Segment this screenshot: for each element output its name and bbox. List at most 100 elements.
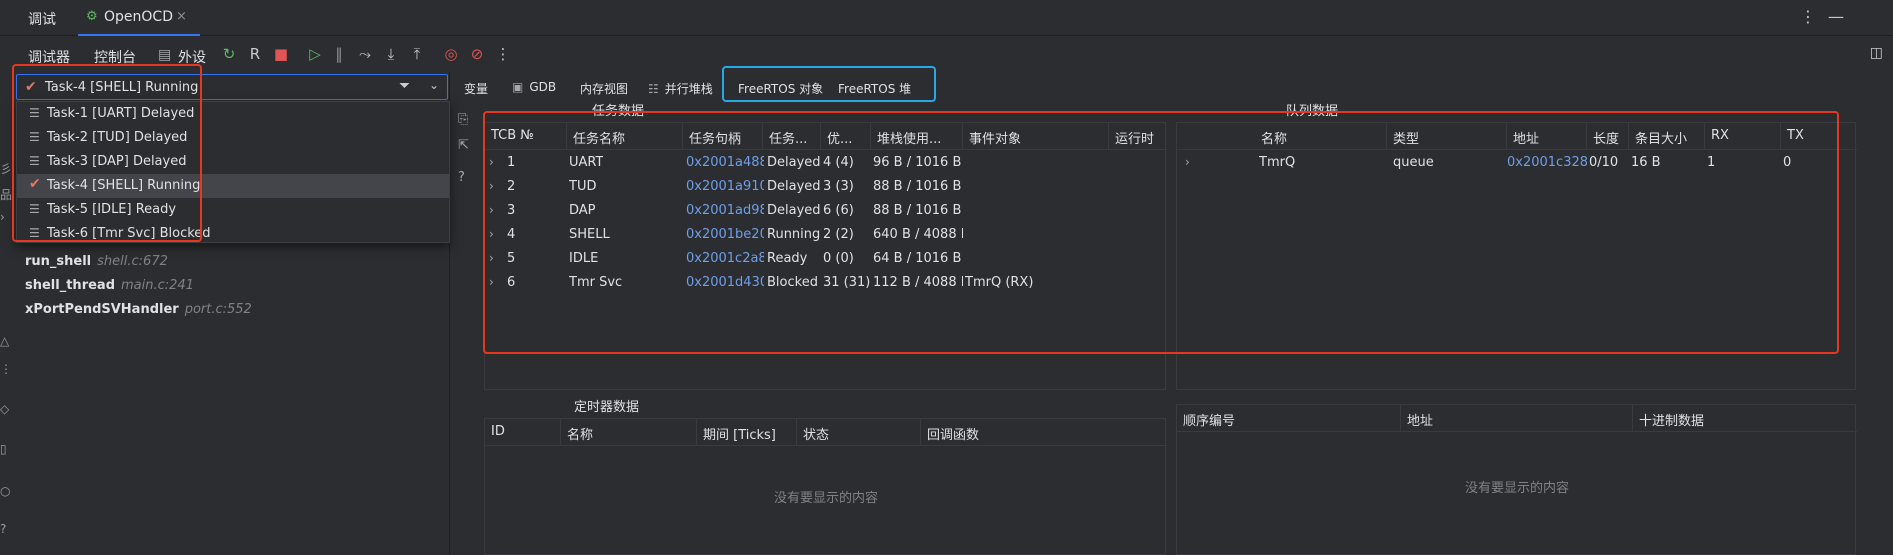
tab-variables[interactable]: 变量: [464, 80, 488, 97]
col-header[interactable]: 类型: [1387, 123, 1507, 149]
debug-tool-window-label[interactable]: 调试: [28, 9, 56, 29]
col-header[interactable]: 状态: [797, 419, 921, 445]
tab-freertos-objects[interactable]: FreeRTOS 对象: [738, 80, 823, 97]
table-row[interactable]: › 5 IDLE 0x2001c2a8 Ready 0 (0) 64 B / 1…: [485, 247, 1167, 271]
cell-name: TmrQ: [1259, 155, 1296, 170]
close-icon[interactable]: ×: [176, 9, 187, 24]
frame-func: xPortPendSVHandler: [25, 302, 179, 317]
frame-item[interactable]: xPortPendSVHandler port.c:552: [25, 302, 252, 317]
cell-handle[interactable]: 0x2001a488: [686, 155, 764, 170]
frame-item[interactable]: run_shell shell.c:672: [25, 254, 168, 269]
resume-icon[interactable]: ▷: [306, 45, 324, 63]
tab-openocd[interactable]: ⚙ OpenOCD ×: [78, 0, 200, 36]
frame-item[interactable]: shell_thread main.c:241: [25, 278, 194, 293]
cell-handle[interactable]: 0x2001c2a8: [686, 251, 764, 266]
tab-memory-view[interactable]: 内存视图: [580, 80, 628, 97]
col-header[interactable]: 回调函数: [921, 419, 1167, 445]
col-header[interactable]: TCB №: [485, 123, 567, 149]
cell-handle[interactable]: 0x2001a910: [686, 179, 764, 194]
col-header[interactable]: 期间 [Ticks]: [697, 419, 797, 445]
col-header[interactable]: 地址: [1401, 405, 1633, 431]
list-icon: ☰: [29, 202, 40, 216]
col-header[interactable]: 优...: [821, 123, 871, 149]
col-header[interactable]: 地址: [1507, 123, 1587, 149]
expand-icon[interactable]: ›: [1185, 155, 1190, 169]
col-header[interactable]: RX: [1705, 123, 1781, 149]
table-row[interactable]: › 4 SHELL 0x2001be20 Running 2 (2) 640 B…: [485, 223, 1167, 247]
cell-handle[interactable]: 0x2001d430: [686, 275, 764, 290]
side-icon-8[interactable]: ○: [0, 484, 10, 498]
tab-console[interactable]: 控制台: [94, 47, 136, 67]
open-external-icon[interactable]: ⇱: [458, 138, 469, 153]
col-header[interactable]: 长度: [1587, 123, 1629, 149]
table-row[interactable]: › 1 UART 0x2001a488 Delayed 4 (4) 96 B /…: [485, 151, 1167, 175]
layout-icon[interactable]: ◫: [1870, 45, 1883, 61]
expand-icon[interactable]: ›: [489, 179, 494, 193]
side-icon-3[interactable]: ›: [0, 210, 5, 224]
task-option[interactable]: ☰ Task-1 [UART] Delayed: [17, 102, 449, 126]
expand-icon[interactable]: ›: [489, 203, 494, 217]
rerun-icon[interactable]: ↻: [220, 45, 238, 63]
restart-icon[interactable]: R: [246, 45, 264, 63]
task-option-selected[interactable]: ✔ Task-4 [SHELL] Running: [17, 174, 449, 198]
chevron-down-icon[interactable]: ⌄: [429, 78, 439, 92]
expand-icon[interactable]: ›: [489, 227, 494, 241]
side-icon-7[interactable]: ▯: [0, 442, 7, 456]
table-row[interactable]: › 3 DAP 0x2001ad98 Delayed 6 (6) 88 B / …: [485, 199, 1167, 223]
col-header[interactable]: 名称: [561, 419, 697, 445]
col-header[interactable]: 事件对象: [963, 123, 1109, 149]
help-icon[interactable]: ?: [458, 170, 465, 185]
cell-address[interactable]: 0x2001c328: [1507, 155, 1587, 170]
col-header[interactable]: 任务句柄: [683, 123, 763, 149]
cell-priority: 0 (0): [823, 251, 854, 266]
task-option[interactable]: ☰ Task-3 [DAP] Delayed: [17, 150, 449, 174]
expand-icon[interactable]: ›: [489, 275, 494, 289]
table-row[interactable]: › TmrQ queue 0x2001c328 0/10 16 B 1 0: [1177, 151, 1857, 175]
col-header[interactable]: 条目大小: [1629, 123, 1705, 149]
task-option[interactable]: ☰ Task-6 [Tmr Svc] Blocked: [17, 222, 449, 246]
more-options-icon[interactable]: ⋮: [1800, 7, 1816, 26]
expand-icon[interactable]: ›: [489, 251, 494, 265]
table-row[interactable]: › 6 Tmr Svc 0x2001d430 Blocked 31 (31) 1…: [485, 271, 1167, 295]
side-icon-9[interactable]: ?: [0, 522, 6, 536]
openocd-config-icon: ⚙: [86, 9, 98, 24]
mute-breakpoints-icon[interactable]: ⊘: [468, 45, 486, 63]
tab-freertos-heap[interactable]: FreeRTOS 堆: [838, 80, 911, 97]
task-option[interactable]: ☰ Task-5 [IDLE] Ready: [17, 198, 449, 222]
pause-icon[interactable]: ‖: [330, 45, 348, 63]
copy-icon[interactable]: ⎘: [458, 112, 468, 127]
side-icon-6[interactable]: ◇: [0, 402, 9, 416]
col-header[interactable]: TX: [1781, 123, 1857, 149]
more-icon[interactable]: ⋮: [494, 45, 512, 63]
task-option[interactable]: ☰ Task-2 [TUD] Delayed: [17, 126, 449, 150]
side-icon-5[interactable]: ⋮: [0, 362, 12, 376]
task-selector[interactable]: ✔ Task-4 [SHELL] Running ⏷ ⌄: [16, 74, 448, 100]
col-header[interactable]: ID: [485, 419, 561, 445]
tab-gdb[interactable]: ▣ GDB: [512, 80, 556, 94]
cell-handle[interactable]: 0x2001be20: [686, 227, 764, 242]
breakpoints-icon[interactable]: ◎: [442, 45, 460, 63]
col-header[interactable]: 运行时: [1109, 123, 1167, 149]
col-header[interactable]: 任务名称: [567, 123, 683, 149]
side-icon-2[interactable]: 品: [0, 186, 12, 203]
col-header[interactable]: 顺序编号: [1177, 405, 1401, 431]
step-out-icon[interactable]: ⤒: [408, 45, 426, 63]
expand-icon[interactable]: ›: [489, 155, 494, 169]
tab-peripherals[interactable]: 外设: [178, 47, 206, 67]
col-header[interactable]: 名称: [1177, 123, 1387, 149]
filter-icon[interactable]: ⏷: [399, 78, 410, 94]
col-header[interactable]: 任务...: [763, 123, 821, 149]
side-icon-4[interactable]: △: [0, 334, 9, 348]
side-icon-1[interactable]: 彡: [0, 160, 12, 177]
step-over-icon[interactable]: ⤳: [356, 45, 374, 63]
col-header[interactable]: 十进制数据: [1633, 405, 1857, 431]
tab-parallel-stacks[interactable]: ☷ 并行堆栈: [648, 80, 713, 97]
stop-icon[interactable]: ■: [272, 45, 290, 63]
step-into-icon[interactable]: ⤓: [382, 45, 400, 63]
cell-name: UART: [569, 155, 604, 170]
table-row[interactable]: › 2 TUD 0x2001a910 Delayed 3 (3) 88 B / …: [485, 175, 1167, 199]
minimize-icon[interactable]: —: [1828, 7, 1844, 26]
col-header[interactable]: 堆栈使用...: [871, 123, 963, 149]
tab-debugger[interactable]: 调试器: [28, 47, 70, 67]
cell-handle[interactable]: 0x2001ad98: [686, 203, 764, 218]
